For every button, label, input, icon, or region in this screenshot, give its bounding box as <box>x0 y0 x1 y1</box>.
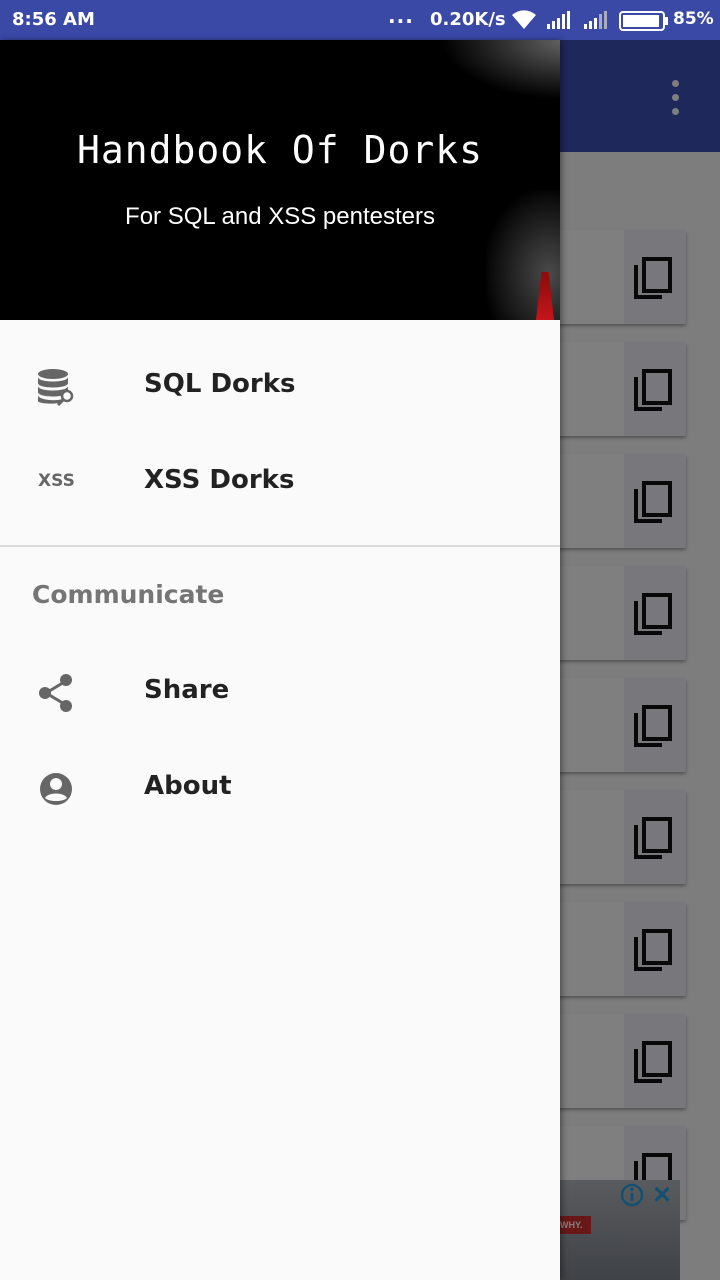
menu-item-share[interactable]: Share <box>0 643 560 739</box>
menu-item-label: About <box>144 771 232 801</box>
xss-icon: XSS <box>38 471 75 491</box>
battery-percent: 85% <box>673 9 714 29</box>
drawer-title: Handbook Of Dorks <box>77 128 483 172</box>
database-icon <box>38 369 74 407</box>
drawer-subtitle: For SQL and XSS pentesters <box>125 203 435 230</box>
battery-icon <box>619 11 668 31</box>
share-icon <box>39 674 72 712</box>
header-image <box>440 40 560 100</box>
section-header-communicate: Communicate <box>32 580 225 609</box>
menu-item-xss-dorks[interactable]: XSS XSS Dorks <box>0 433 560 529</box>
account-circle-icon <box>40 773 72 805</box>
drawer-header: Handbook Of Dorks For SQL and XSS pentes… <box>0 40 560 320</box>
menu-item-sql-dorks[interactable]: SQL Dorks <box>0 337 560 433</box>
menu-item-label: SQL Dorks <box>144 369 296 399</box>
menu-item-about[interactable]: About <box>0 739 560 835</box>
divider <box>0 545 560 547</box>
notification-dots: ... <box>388 4 414 28</box>
menu-item-label: XSS Dorks <box>144 465 295 495</box>
wifi-icon <box>512 10 536 29</box>
signal-icon <box>584 11 607 29</box>
menu-item-label: Share <box>144 675 230 705</box>
status-time: 8:56 AM <box>12 9 95 30</box>
status-bar: 8:56 AM ... 0.20K/s 85% <box>0 0 720 40</box>
navigation-drawer: Handbook Of Dorks For SQL and XSS pentes… <box>0 40 560 1280</box>
network-speed: 0.20K/s <box>430 9 506 30</box>
signal-icon <box>547 11 570 29</box>
